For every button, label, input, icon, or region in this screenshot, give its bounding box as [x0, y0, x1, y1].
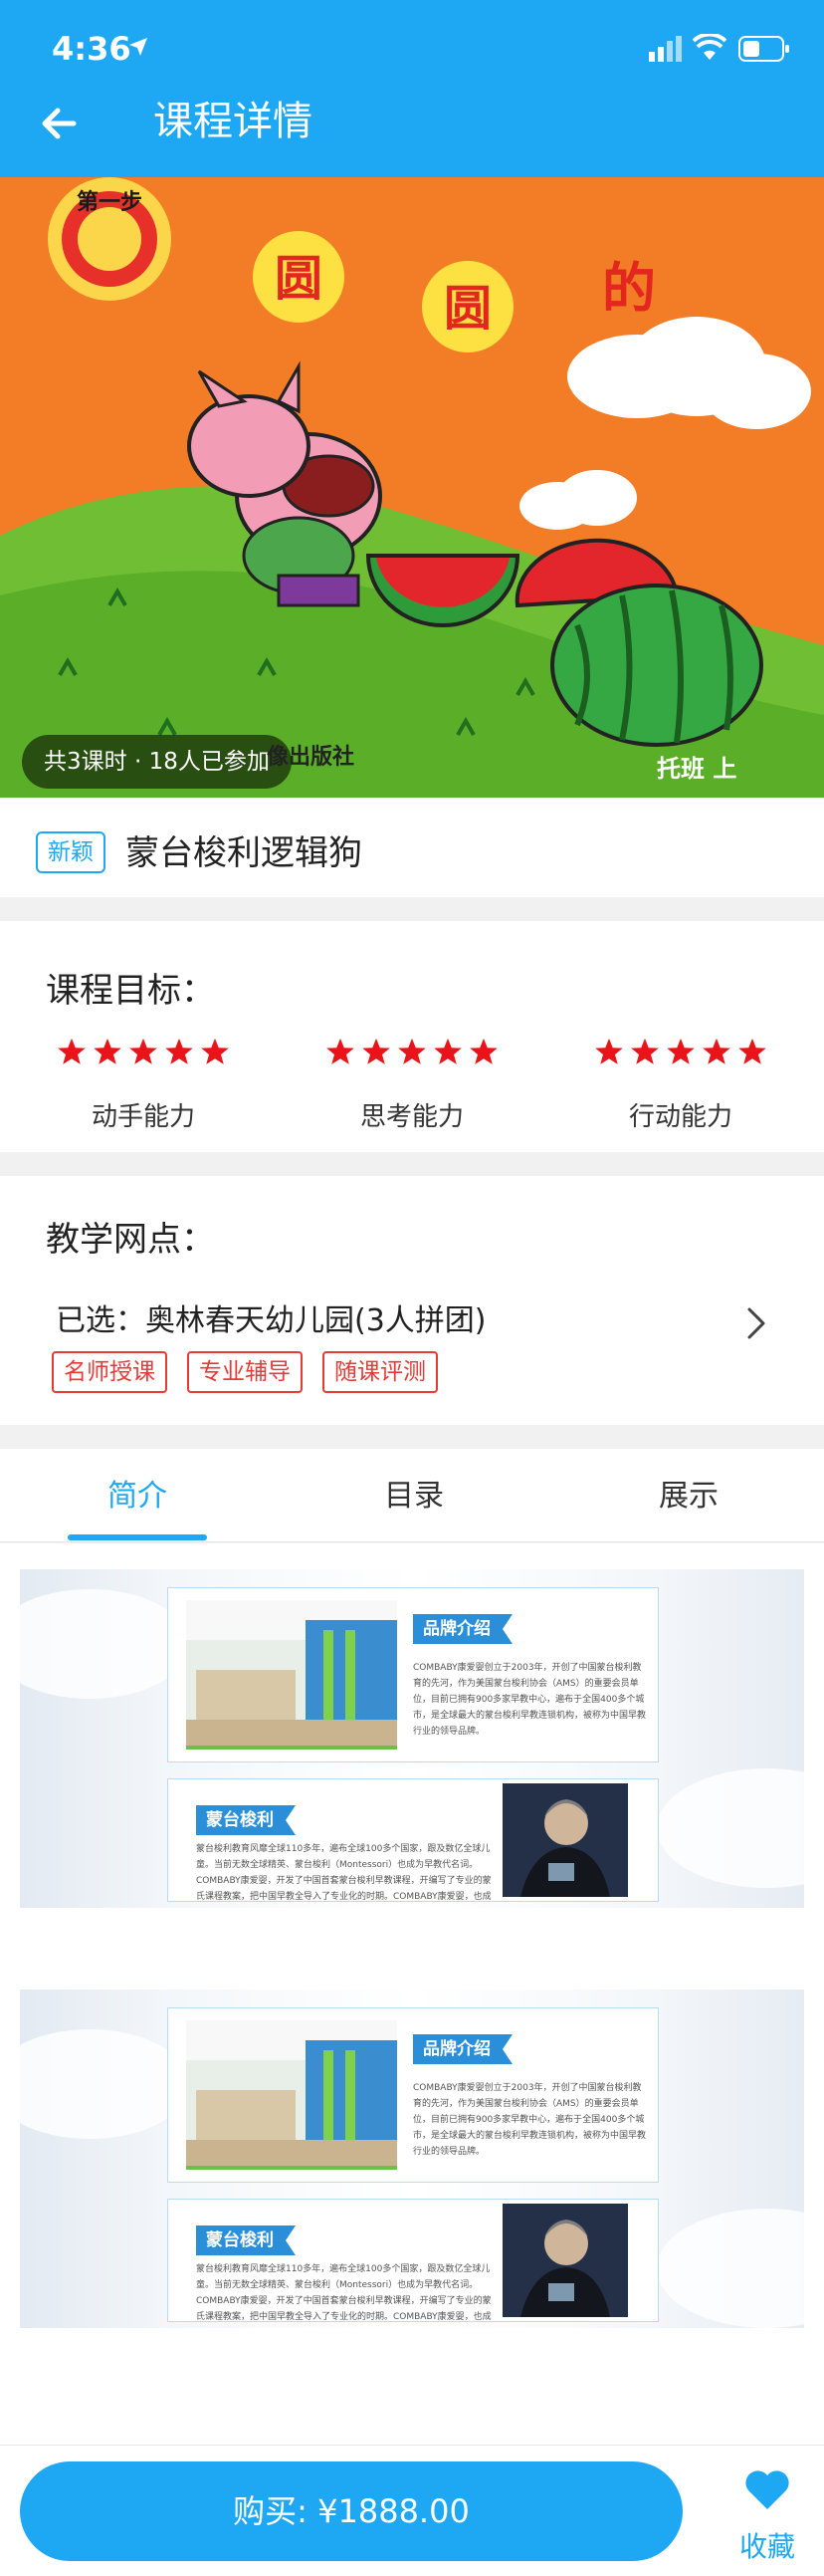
goal-item: 动手能力: [44, 1037, 243, 1133]
star-icon: [470, 1038, 498, 1064]
lesson-info-badge: 共3课时 · 18人已参加: [22, 735, 292, 789]
brand-box: 品牌介绍 COMBABY康爱婴创立于2003年，开创了中国蒙台梭利教育的先河，作…: [167, 1587, 659, 1762]
brand-title-ribbon: 品牌介绍: [413, 2034, 513, 2064]
active-tab-indicator: [68, 1534, 207, 1540]
star-icon: [434, 1038, 462, 1064]
tab-showcase[interactable]: 展示: [659, 1471, 719, 1515]
goal-item: 行动能力: [581, 1037, 780, 1133]
star-rating: [581, 1037, 780, 1068]
tab-catalog[interactable]: 目录: [384, 1471, 444, 1515]
feature-tag: 专业辅导: [187, 1351, 303, 1393]
goals-title: 课程目标：: [46, 971, 215, 1011]
classroom-photo: [186, 2020, 397, 2170]
star-icon: [326, 1038, 354, 1064]
back-arrow-icon[interactable]: [36, 100, 84, 147]
brand-description: COMBABY康爱婴创立于2003年，开创了中国蒙台梭利教育的先河，作为美国蒙台…: [413, 2083, 647, 2157]
star-icon: [595, 1038, 623, 1064]
feature-tag: 随课评测: [322, 1351, 438, 1393]
app-header: 4:36 课程详情: [0, 0, 824, 177]
course-name: 蒙台梭利逻辑狗: [125, 833, 362, 873]
star-icon: [631, 1038, 659, 1064]
brand-box: 品牌介绍 COMBABY康爱婴创立于2003年，开创了中国蒙台梭利教育的先河，作…: [167, 2007, 659, 2183]
intro-image: 品牌介绍 COMBABY康爱婴创立于2003年，开创了中国蒙台梭利教育的先河，作…: [20, 1569, 804, 1908]
feature-tag: 名师授课: [52, 1351, 167, 1393]
montessori-description: 蒙台梭利教育风靡全球110多年，遍布全球100多个国家，跟及数亿全球儿童。当前无…: [196, 2264, 492, 2321]
new-badge: 新颖: [36, 831, 105, 873]
feature-tags: 名师授课 专业辅导 随课评测: [52, 1351, 438, 1393]
star-icon: [738, 1038, 766, 1064]
favorite-button[interactable]: 收藏: [734, 2467, 800, 2565]
star-icon: [398, 1038, 426, 1064]
star-rating: [312, 1037, 512, 1068]
montessori-box: 蒙台梭利 蒙台梭利教育风靡全球110多年，遍布全球100多个国家，跟及数亿全球儿…: [167, 1778, 659, 1902]
intro-image: 品牌介绍 COMBABY康爱婴创立于2003年，开创了中国蒙台梭利教育的先河，作…: [20, 1990, 804, 2328]
tab-intro[interactable]: 简介: [107, 1471, 167, 1515]
teaching-point-title: 教学网点：: [46, 1220, 215, 1260]
star-icon: [58, 1038, 86, 1064]
goal-item: 思考能力: [312, 1037, 512, 1133]
status-time: 4:36: [52, 30, 131, 68]
bottom-action-bar: 购买: ¥1888.00 收藏: [0, 2445, 824, 2576]
cover-logo-text: 第一步: [77, 189, 142, 215]
course-cover-image: 第一步 圆 圆 的: [0, 177, 824, 798]
classroom-photo: [186, 1600, 397, 1750]
course-goals-card: 课程目标： 动手能力 思考能力 行动能力: [0, 921, 824, 1152]
selected-point[interactable]: 已选：奥林春天幼儿园(3人拼团): [56, 1295, 487, 1339]
teaching-point-card[interactable]: 教学网点： 已选：奥林春天幼儿园(3人拼团) 名师授课 专业辅导 随课评测: [0, 1176, 824, 1425]
montessori-portrait: [503, 1783, 628, 1897]
cover-grade-label: 托班 上: [657, 755, 737, 783]
signal-icon: [649, 36, 682, 62]
star-icon: [362, 1038, 390, 1064]
location-arrow-icon: [129, 38, 147, 56]
star-icon: [703, 1038, 730, 1064]
montessori-title-ribbon: 蒙台梭利: [196, 2225, 296, 2255]
cover-title-char: 的: [602, 257, 656, 320]
chevron-right-icon[interactable]: [744, 1305, 768, 1341]
intro-content: 品牌介绍 COMBABY康爱婴创立于2003年，开创了中国蒙台梭利教育的先河，作…: [0, 1543, 824, 2450]
goal-label: 思考能力: [359, 1102, 464, 1132]
montessori-portrait: [503, 2204, 628, 2317]
star-rating: [44, 1037, 243, 1068]
cover-title-char: 圆: [275, 251, 322, 307]
detail-tabs: 简介 目录 展示: [0, 1449, 824, 1542]
status-bar: 4:36: [0, 0, 824, 96]
buy-button[interactable]: 购买: ¥1888.00: [20, 2461, 683, 2561]
star-icon: [94, 1038, 121, 1064]
favorite-label: 收藏: [738, 2530, 795, 2563]
cover-title-char: 圆: [444, 281, 492, 337]
page-title: 课程详情: [153, 99, 312, 144]
battery-icon: [738, 36, 789, 62]
montessori-box: 蒙台梭利 蒙台梭利教育风靡全球110多年，遍布全球100多个国家，跟及数亿全球儿…: [167, 2199, 659, 2322]
star-icon: [129, 1038, 157, 1064]
goal-label: 动手能力: [91, 1102, 195, 1132]
star-icon: [165, 1038, 193, 1064]
star-icon: [667, 1038, 695, 1064]
goal-label: 行动能力: [628, 1102, 732, 1132]
wifi-icon: [693, 34, 726, 60]
brand-title-ribbon: 品牌介绍: [413, 1614, 513, 1644]
brand-description: COMBABY康爱婴创立于2003年，开创了中国蒙台梭利教育的先河，作为美国蒙台…: [413, 1663, 647, 1737]
cover-publisher-text: 像出版社: [267, 745, 355, 770]
heart-icon: [745, 2470, 789, 2509]
montessori-title-ribbon: 蒙台梭利: [196, 1805, 296, 1835]
montessori-description: 蒙台梭利教育风靡全球110多年，遍布全球100多个国家，跟及数亿全球儿童。当前无…: [196, 1844, 492, 1901]
star-icon: [201, 1038, 229, 1064]
cover-illustration: 第一步 圆 圆 的: [0, 177, 824, 798]
course-title-card: 新颖 蒙台梭利逻辑狗: [0, 798, 824, 897]
